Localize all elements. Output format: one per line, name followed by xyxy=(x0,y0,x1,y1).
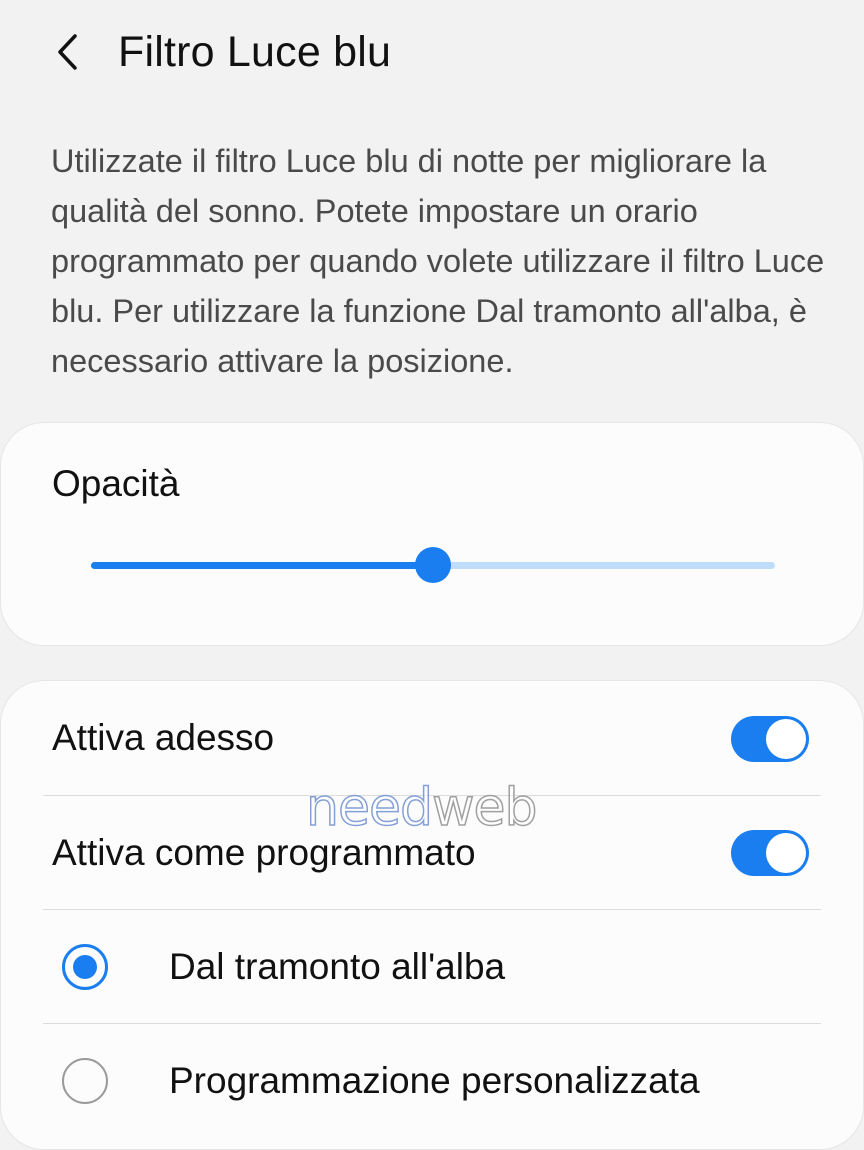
custom-schedule-radio[interactable] xyxy=(62,1058,108,1104)
radio-dot xyxy=(73,955,97,979)
opacity-label: Opacità xyxy=(52,463,180,504)
activate-scheduled-row[interactable]: Attiva come programmato xyxy=(1,796,864,910)
radio-outer xyxy=(62,944,108,990)
activate-now-row[interactable]: Attiva adesso xyxy=(1,681,864,795)
activate-scheduled-label: Attiva come programmato xyxy=(52,832,476,873)
schedule-card: Attiva adesso Attiva come programmato Da… xyxy=(0,680,864,1150)
activate-now-label: Attiva adesso xyxy=(52,717,275,758)
chevron-left-icon xyxy=(58,34,77,70)
radio-outer xyxy=(62,1058,108,1104)
slider-fill xyxy=(91,562,433,569)
toggle-knob xyxy=(766,833,806,873)
sunset-sunrise-radio[interactable] xyxy=(62,944,108,990)
slider-thumb[interactable] xyxy=(415,547,451,583)
opacity-slider[interactable] xyxy=(91,545,775,585)
option-custom-schedule-row[interactable]: Programmazione personalizzata xyxy=(1,1024,864,1138)
toggle-knob xyxy=(766,719,806,759)
custom-schedule-label: Programmazione personalizzata xyxy=(169,1060,700,1101)
sunset-sunrise-label: Dal tramonto all'alba xyxy=(169,946,506,987)
opacity-card: Opacità xyxy=(0,422,864,646)
option-sunset-sunrise-row[interactable]: Dal tramonto all'alba xyxy=(1,910,864,1024)
back-button[interactable] xyxy=(38,22,98,82)
description-text: Utilizzate il filtro Luce blu di notte p… xyxy=(51,143,825,379)
activate-now-toggle[interactable] xyxy=(731,716,809,762)
app-header: Filtro Luce blu xyxy=(0,0,864,105)
page-title: Filtro Luce blu xyxy=(118,28,392,76)
activate-scheduled-toggle[interactable] xyxy=(731,830,809,876)
